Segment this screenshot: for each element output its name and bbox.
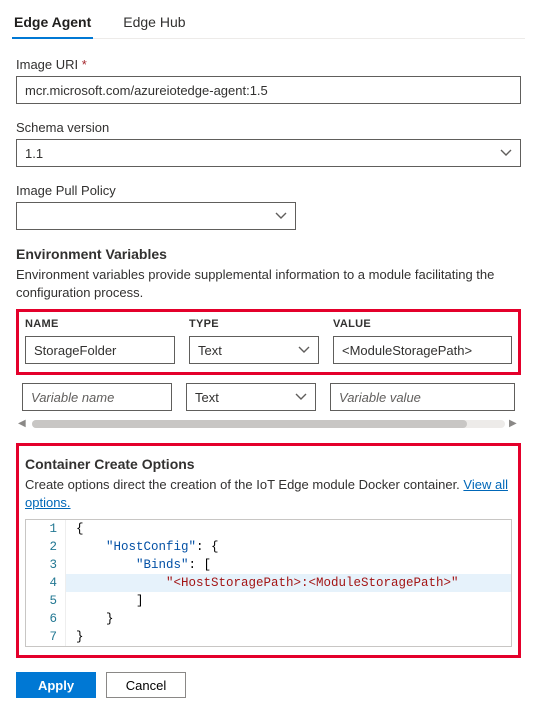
code-line: 1 { (26, 520, 511, 538)
code-line: 5 ] (26, 592, 511, 610)
image-uri-input[interactable] (16, 76, 521, 104)
line-number: 5 (26, 592, 66, 610)
field-schema-version: Schema version 1.1 (12, 120, 525, 167)
env-title: Environment Variables (16, 246, 521, 262)
create-options-editor[interactable]: 1 { 2 "HostConfig": { 3 "Binds": [ 4 "<H… (25, 519, 512, 647)
tab-edge-agent[interactable]: Edge Agent (12, 8, 93, 38)
env-new-name-input[interactable] (22, 383, 172, 411)
code-line: 6 } (26, 610, 511, 628)
line-number: 7 (26, 628, 66, 646)
env-name-input[interactable] (25, 336, 175, 364)
schema-version-label: Schema version (16, 120, 521, 135)
code-line: 2 "HostConfig": { (26, 538, 511, 556)
cancel-button[interactable]: Cancel (106, 672, 186, 698)
env-value-input[interactable] (333, 336, 512, 364)
line-number: 1 (26, 520, 66, 538)
line-number: 2 (26, 538, 66, 556)
section-environment-variables: Environment Variables Environment variab… (12, 246, 525, 429)
create-options-description: Create options direct the creation of th… (25, 476, 512, 511)
code-line: 4 "<HostStoragePath>:<ModuleStoragePath>… (26, 574, 511, 592)
field-image-pull-policy: Image Pull Policy (12, 183, 525, 230)
tab-edge-hub[interactable]: Edge Hub (121, 8, 187, 38)
module-tabs: Edge Agent Edge Hub (12, 8, 525, 39)
create-options-title: Container Create Options (25, 456, 512, 472)
line-number: 3 (26, 556, 66, 574)
image-pull-policy-label: Image Pull Policy (16, 183, 521, 198)
env-row: Text (25, 336, 512, 364)
required-indicator: * (82, 57, 87, 72)
create-options-highlight-box: Container Create Options Create options … (16, 443, 521, 658)
scroll-track[interactable] (32, 420, 505, 428)
env-description: Environment variables provide supplement… (16, 266, 521, 301)
env-header-type: TYPE (189, 318, 319, 330)
apply-button[interactable]: Apply (16, 672, 96, 698)
schema-version-select[interactable]: 1.1 (16, 139, 521, 167)
line-number: 4 (26, 574, 66, 592)
env-type-select[interactable]: Text (189, 336, 319, 364)
image-uri-label: Image URI * (16, 57, 521, 72)
env-new-type-select[interactable]: Text (186, 383, 316, 411)
env-new-row: Text (16, 381, 521, 413)
env-header-value: VALUE (333, 318, 512, 330)
scroll-left-icon[interactable]: ◀ (18, 419, 28, 429)
scroll-thumb[interactable] (32, 420, 467, 428)
env-header-row: NAME TYPE VALUE (25, 318, 512, 330)
line-number: 6 (26, 610, 66, 628)
image-pull-policy-select[interactable] (16, 202, 296, 230)
field-image-uri: Image URI * (12, 57, 525, 104)
env-header-name: NAME (25, 318, 175, 330)
image-uri-label-text: Image URI (16, 57, 78, 72)
create-options-desc-text: Create options direct the creation of th… (25, 477, 463, 492)
env-highlight-box: NAME TYPE VALUE Text (16, 309, 521, 375)
code-line: 7 } (26, 628, 511, 646)
action-buttons: Apply Cancel (12, 672, 525, 698)
env-horizontal-scroll: ◀ ▶ (16, 419, 521, 429)
code-line: 3 "Binds": [ (26, 556, 511, 574)
env-new-value-input[interactable] (330, 383, 515, 411)
scroll-right-icon[interactable]: ▶ (509, 419, 519, 429)
